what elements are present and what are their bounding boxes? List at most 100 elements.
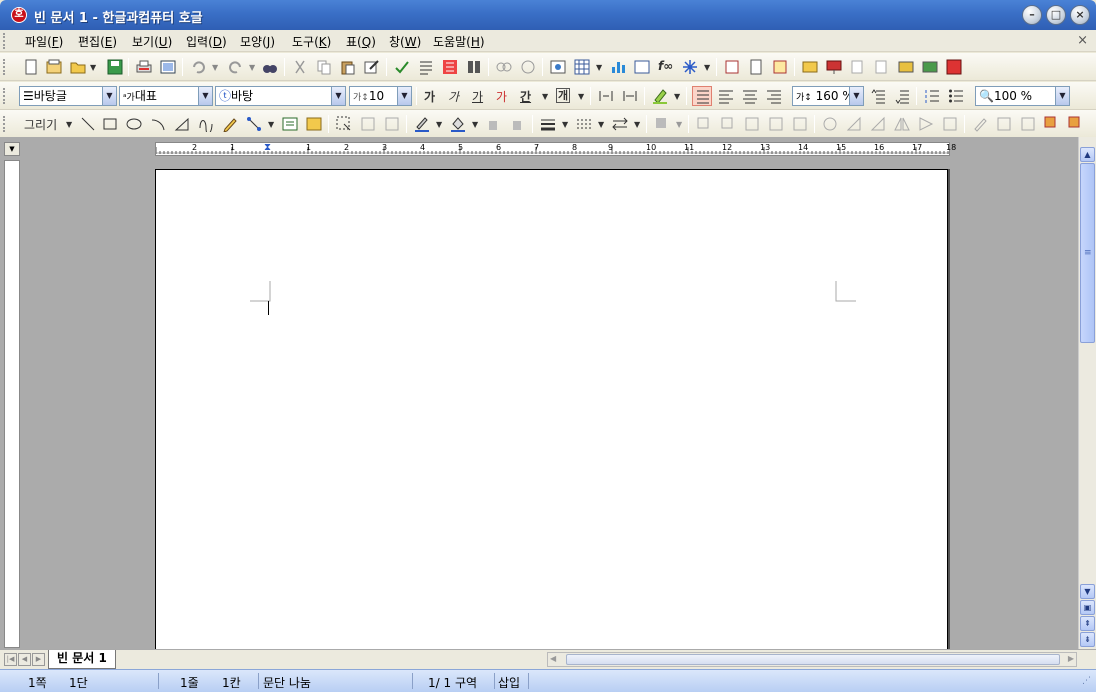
connector-tool-icon[interactable]: [246, 116, 262, 132]
toolbar-grip[interactable]: [3, 59, 7, 75]
bookmark-icon[interactable]: [520, 59, 536, 75]
arrow-style-icon[interactable]: [612, 116, 628, 132]
chevron-down-icon[interactable]: ▼: [331, 87, 345, 105]
hyperlink-icon[interactable]: [496, 59, 512, 75]
formula-icon[interactable]: [634, 59, 650, 75]
char-shape-dropdown-icon[interactable]: ▼: [542, 92, 548, 101]
char-border-button[interactable]: 개: [556, 88, 571, 103]
menu-grip[interactable]: [3, 33, 7, 49]
bullet-list-icon[interactable]: [948, 88, 964, 104]
object-size-icon[interactable]: [792, 116, 808, 132]
label-icon[interactable]: [922, 59, 938, 75]
close-button[interactable]: ×: [1070, 5, 1090, 25]
align-objects-icon[interactable]: [744, 116, 760, 132]
insert-table-icon[interactable]: [574, 59, 590, 75]
line-spacing-select[interactable]: 가↕ 160 % ▼: [792, 86, 864, 106]
footnote-icon[interactable]: [748, 59, 764, 75]
chevron-down-icon[interactable]: ▼: [849, 87, 863, 105]
font-select[interactable]: ⓣ바탕 ▼: [215, 86, 346, 106]
arrow-dropdown-icon[interactable]: ▼: [634, 120, 640, 129]
italic-button[interactable]: 가: [448, 88, 459, 105]
chart-icon[interactable]: [610, 59, 626, 75]
maximize-button[interactable]: □: [1046, 5, 1066, 25]
object-wrap-icon[interactable]: [1020, 116, 1036, 132]
menu-file[interactable]: 파일(F): [25, 33, 63, 50]
menu-insert[interactable]: 입력(D): [186, 33, 227, 50]
new-window-icon[interactable]: [46, 59, 62, 75]
symbol-dropdown-icon[interactable]: ▼: [704, 63, 710, 72]
web-icon[interactable]: [946, 59, 962, 75]
chevron-down-icon[interactable]: ▼: [198, 87, 212, 105]
object-edit-icon[interactable]: [972, 116, 988, 132]
polygon-tool-icon[interactable]: [174, 116, 190, 132]
status-section[interactable]: 1/ 1 구역: [428, 674, 477, 691]
highlight-dropdown-icon[interactable]: ▼: [674, 92, 680, 101]
scroll-left-button[interactable]: ◀: [550, 654, 556, 663]
minimize-button[interactable]: –: [1022, 5, 1042, 25]
border-dropdown-icon[interactable]: ▼: [578, 92, 584, 101]
menu-table[interactable]: 표(Q): [346, 33, 376, 50]
rotate-icon[interactable]: [822, 116, 838, 132]
zoom-select[interactable]: 🔍100 % ▼: [975, 86, 1070, 106]
highlight-pen-icon[interactable]: [652, 88, 668, 104]
page-select-button[interactable]: ▣: [1080, 600, 1095, 615]
redo-dropdown-icon[interactable]: ▼: [249, 63, 255, 72]
flip-vertical-icon[interactable]: [918, 116, 934, 132]
object-properties-icon[interactable]: [996, 116, 1012, 132]
char-shape-icon[interactable]: [442, 59, 458, 75]
group-icon[interactable]: [360, 116, 376, 132]
prev-page-button[interactable]: ⇞: [1080, 616, 1095, 631]
object-style-icon[interactable]: [1068, 116, 1084, 132]
rectangle-tool-icon[interactable]: [102, 116, 118, 132]
vertical-scroll-thumb[interactable]: ≡: [1080, 163, 1095, 343]
order-back-icon[interactable]: [720, 116, 736, 132]
char-spacing-narrow-icon[interactable]: [598, 88, 614, 104]
edit-points-icon[interactable]: [942, 116, 958, 132]
fx-formula-icon[interactable]: f∞: [658, 59, 673, 73]
zoom-page-icon[interactable]: [850, 59, 866, 75]
rotate-right-icon[interactable]: [870, 116, 886, 132]
thickness-dropdown-icon[interactable]: ▼: [562, 120, 568, 129]
order-front-icon[interactable]: [696, 116, 712, 132]
scroll-right-button[interactable]: ▶: [1068, 654, 1074, 663]
undo-dropdown-icon[interactable]: ▼: [212, 63, 218, 72]
horizontal-scrollbar[interactable]: ◀ ▶: [547, 652, 1077, 667]
line-thickness-icon[interactable]: [540, 116, 556, 132]
draw-dropdown-icon[interactable]: ▼: [66, 120, 72, 129]
next-page-button[interactable]: ⇟: [1080, 632, 1095, 647]
curve-tool-icon[interactable]: [198, 116, 214, 132]
align-center-icon[interactable]: [742, 88, 758, 104]
menu-tools[interactable]: 도구(K): [292, 33, 331, 50]
distribute-icon[interactable]: [768, 116, 784, 132]
status-insert-mode[interactable]: 삽입: [498, 674, 520, 691]
resize-grip-icon[interactable]: ⋰: [1082, 676, 1091, 686]
paragraph-shape-icon[interactable]: [418, 59, 434, 75]
scroll-down-button[interactable]: ▼: [1080, 584, 1095, 599]
dictionary-icon[interactable]: [802, 59, 818, 75]
spell-check-icon[interactable]: [394, 59, 410, 75]
chevron-down-icon[interactable]: ▼: [1055, 87, 1069, 105]
fill-color-icon[interactable]: [450, 116, 466, 132]
tab-document-1[interactable]: 빈 문서 1: [48, 650, 116, 669]
connector-dropdown-icon[interactable]: ▼: [268, 120, 274, 129]
menu-window[interactable]: 창(W): [389, 33, 421, 50]
align-right-icon[interactable]: [766, 88, 782, 104]
line-spacing-increase-icon[interactable]: [894, 88, 910, 104]
toolbar-grip[interactable]: [3, 116, 7, 132]
line-tool-icon[interactable]: [80, 116, 96, 132]
text-box-icon[interactable]: [282, 116, 298, 132]
picture-frame-icon[interactable]: [306, 116, 322, 132]
scroll-up-button[interactable]: ▲: [1080, 147, 1095, 162]
menu-view[interactable]: 보기(U): [132, 33, 172, 50]
shadow-icon[interactable]: [654, 116, 670, 132]
line-color-dropdown-icon[interactable]: ▼: [436, 120, 442, 129]
cut-icon[interactable]: [292, 59, 308, 75]
header-footer-icon[interactable]: [724, 59, 740, 75]
draw-menu-button[interactable]: 그리기: [24, 116, 57, 133]
redo-icon[interactable]: [228, 59, 244, 75]
chevron-down-icon[interactable]: ▼: [102, 87, 116, 105]
char-spacing-wide-icon[interactable]: [622, 88, 638, 104]
find-binoculars-icon[interactable]: [262, 59, 278, 75]
presentation-icon[interactable]: [826, 59, 842, 75]
rotate-left-icon[interactable]: [846, 116, 862, 132]
